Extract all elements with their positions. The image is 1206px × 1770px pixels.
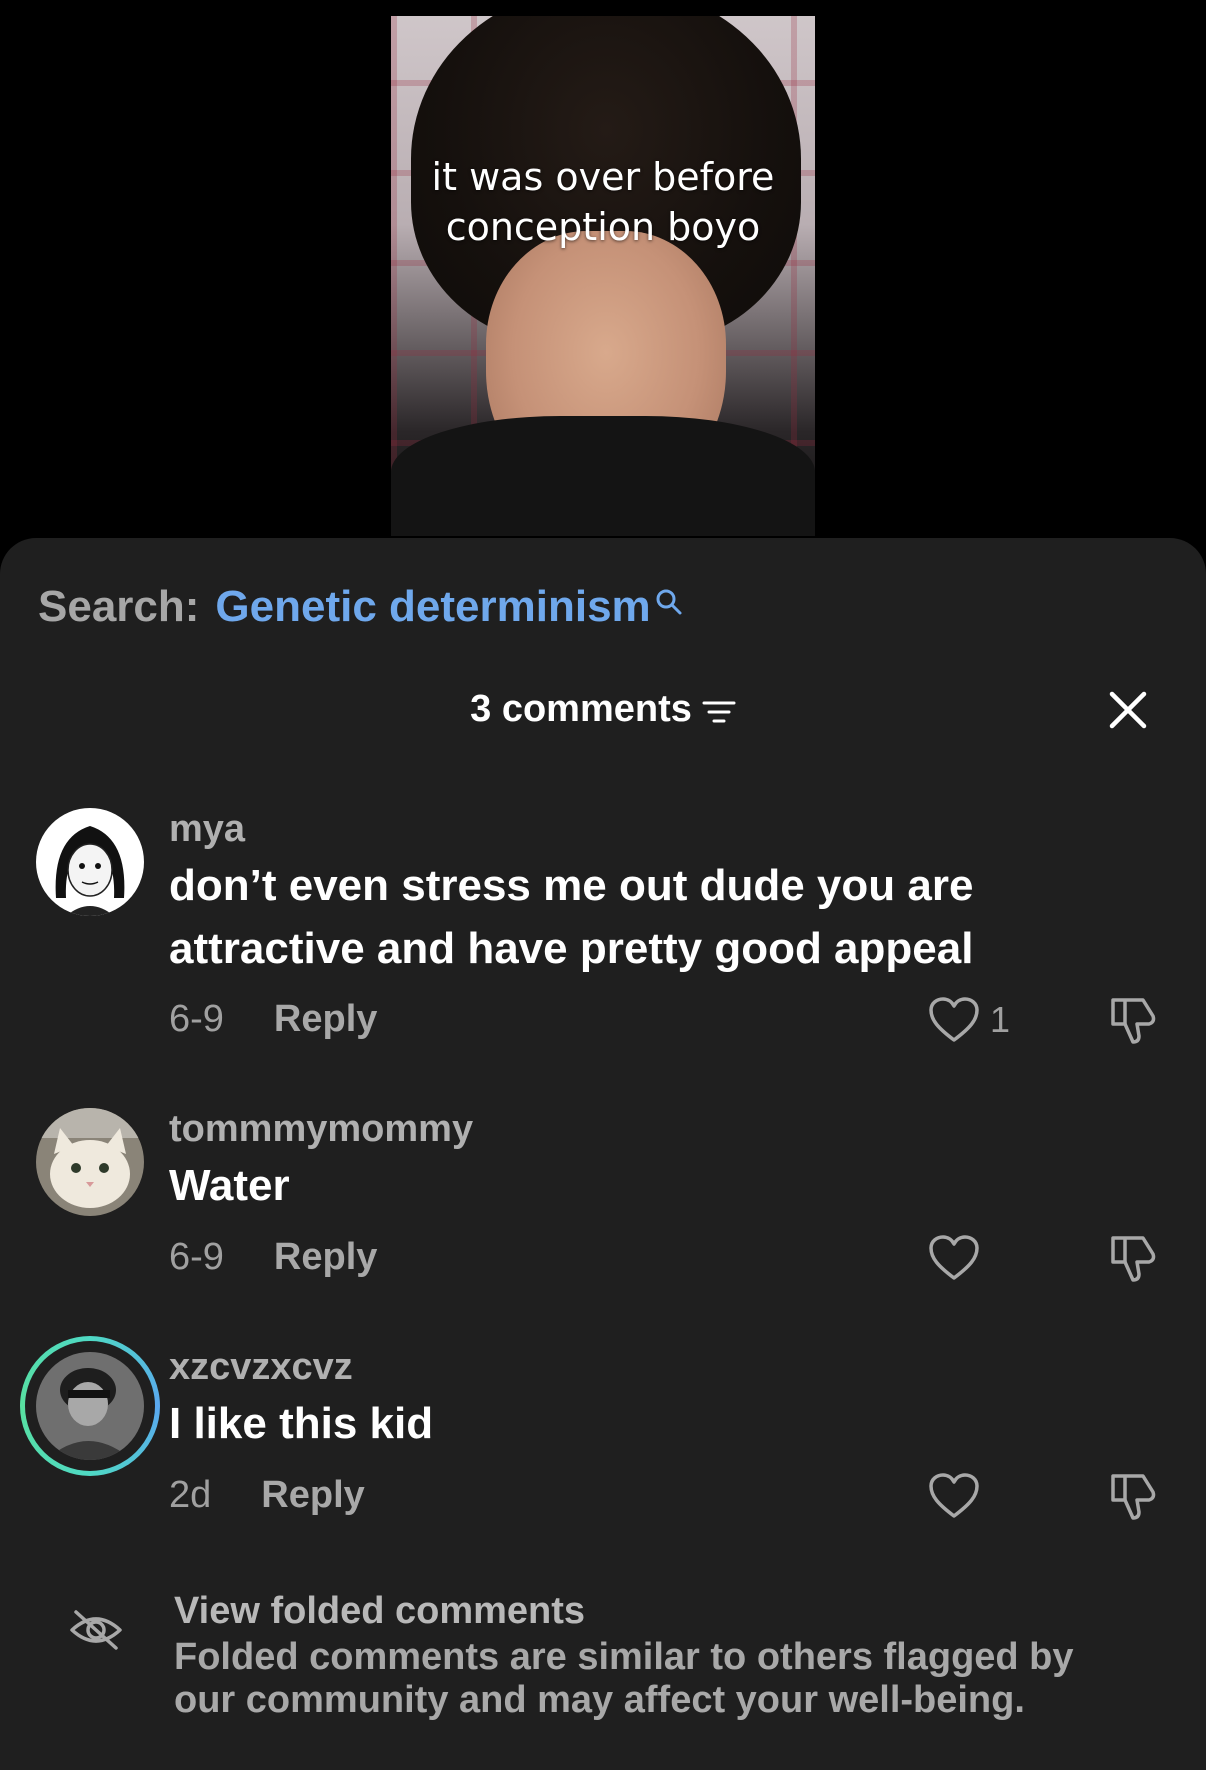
comment-date: 6-9 [169,1236,224,1278]
comment-text: Water [169,1161,290,1210]
eye-slash-icon [70,1610,122,1650]
view-folded-comments-link[interactable]: View folded comments [174,1590,585,1633]
dislike-button[interactable] [1107,1470,1159,1527]
heart-icon [929,1235,979,1280]
avatar-drawing [36,808,144,916]
dislike-button[interactable] [1107,994,1159,1051]
comment-date: 6-9 [169,998,224,1040]
video-caption: it was over before conception boyo [431,155,775,249]
comment-username[interactable]: mya [169,808,245,851]
close-icon[interactable] [1104,686,1152,734]
like-button[interactable] [928,1472,990,1520]
search-term-link[interactable]: Genetic determinism [215,582,650,632]
heart-icon [929,1473,979,1518]
comment-meta: 6-9 Reply [169,998,377,1041]
avatar[interactable] [36,1108,144,1216]
reply-button[interactable]: Reply [274,998,377,1041]
dislike-button[interactable] [1107,1232,1159,1289]
comment-item: xzcvzxcvz I like this kid 2d Reply [0,1336,1206,1556]
reply-button[interactable]: Reply [274,1236,377,1279]
heart-icon [929,997,979,1042]
avatar-drawing [36,1352,144,1460]
comment-text: I like this kid [169,1399,434,1448]
search-icon [656,589,682,615]
like-button[interactable] [928,1234,990,1282]
folded-comments-description: Folded comments are similar to others fl… [174,1636,1074,1721]
like-button[interactable]: 1 [928,996,1010,1044]
search-label: Search: [38,582,200,631]
avatar[interactable] [36,1352,144,1460]
comment-text: don’t even stress me out dude you are at… [169,861,974,973]
comment-date: 2d [169,1474,212,1516]
comment-item: mya don’t even stress me out dude you ar… [0,808,1206,1098]
search-suggestion[interactable]: Search: Genetic determinism [38,582,683,632]
thumbs-down-icon [1111,998,1156,1044]
reply-button[interactable]: Reply [261,1474,364,1517]
comment-count: 3 comments [470,688,692,730]
comment-item: tommmymommy Water 6-9 Reply [0,1108,1206,1318]
avatar[interactable] [36,808,144,916]
comment-username[interactable]: xzcvzxcvz [169,1346,353,1389]
subject-shirt [391,416,815,536]
comment-username[interactable]: tommmymommy [169,1108,473,1151]
folded-comments[interactable]: View folded comments Folded comments are… [0,1590,1206,1740]
comments-sheet: Search: Genetic determinism 3 comments m… [0,538,1206,1770]
video-thumbnail[interactable]: it was over before conception boyo [391,16,815,536]
thumbs-down-icon [1111,1236,1156,1282]
avatar-drawing [36,1108,144,1216]
comment-meta: 2d Reply [169,1474,365,1517]
video-area[interactable]: it was over before conception boyo [0,0,1206,545]
story-ring[interactable] [20,1336,160,1476]
comments-header: 3 comments [0,688,1206,758]
sort-filter-icon[interactable] [702,697,736,727]
comment-meta: 6-9 Reply [169,1236,377,1279]
thumbs-down-icon [1111,1474,1156,1520]
like-count: 1 [990,999,1011,1040]
